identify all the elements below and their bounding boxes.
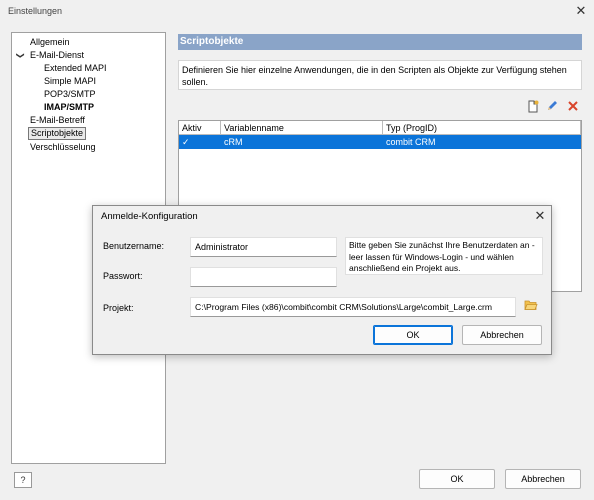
tree-item-email-dienst[interactable]: E-Mail-Dienst: [30, 50, 84, 61]
column-header-variablenname[interactable]: Variablenname: [221, 121, 383, 135]
login-hint: Bitte geben Sie zunächst Ihre Benutzerda…: [345, 237, 543, 275]
username-field[interactable]: Administrator: [190, 237, 337, 257]
password-field[interactable]: [190, 267, 337, 287]
variable-name-cell: cRM: [224, 137, 243, 147]
table-row[interactable]: ✓ cRM combit CRM: [179, 135, 581, 149]
dialog-close-icon[interactable]: ✕: [533, 209, 547, 223]
new-document-icon[interactable]: [526, 100, 540, 114]
pencil-icon[interactable]: [545, 100, 559, 114]
login-dialog: Anmelde-Konfiguration ✕ Benutzername: Ad…: [92, 205, 552, 355]
panel-title: Scriptobjekte: [178, 34, 582, 50]
username-label: Benutzername:: [103, 241, 165, 251]
delete-x-icon[interactable]: [566, 100, 580, 114]
column-header-typ[interactable]: Typ (ProgID): [383, 121, 581, 135]
tree-item-extended-mapi[interactable]: Extended MAPI: [44, 63, 107, 74]
project-field[interactable]: C:\Program Files (x86)\combit\combit CRM…: [190, 297, 516, 317]
password-label: Passwort:: [103, 271, 143, 281]
tree-item-scriptobjekte[interactable]: Scriptobjekte: [28, 127, 87, 140]
tree-item-allgemein[interactable]: Allgemein: [30, 37, 70, 48]
tree-item-pop3-smtp[interactable]: POP3/SMTP: [44, 89, 96, 100]
dialog-cancel-button[interactable]: Abbrechen: [462, 325, 542, 345]
window-title: Einstellungen: [8, 6, 63, 16]
panel-description: Definieren Sie hier einzelne Anwendungen…: [178, 60, 582, 90]
window-close-icon[interactable]: ✕: [574, 4, 588, 18]
folder-open-icon[interactable]: [523, 299, 539, 313]
ok-button[interactable]: OK: [419, 469, 495, 489]
chevron-down-icon[interactable]: ❯: [16, 52, 25, 59]
project-label: Projekt:: [103, 303, 134, 313]
active-checkbox[interactable]: ✓: [179, 135, 221, 149]
tree-item-imap-smtp[interactable]: IMAP/SMTP: [44, 102, 94, 113]
tree-item-email-betreff[interactable]: E-Mail-Betreff: [30, 115, 85, 126]
help-icon[interactable]: ?: [14, 472, 32, 488]
tree-item-simple-mapi[interactable]: Simple MAPI: [44, 76, 96, 87]
type-cell: combit CRM: [386, 137, 436, 147]
dialog-ok-button[interactable]: OK: [373, 325, 453, 345]
dialog-title: Anmelde-Konfiguration: [101, 211, 198, 222]
tree-item-verschluesselung[interactable]: Verschlüsselung: [30, 142, 96, 153]
cancel-button[interactable]: Abbrechen: [505, 469, 581, 489]
column-header-aktiv[interactable]: Aktiv: [179, 121, 221, 135]
